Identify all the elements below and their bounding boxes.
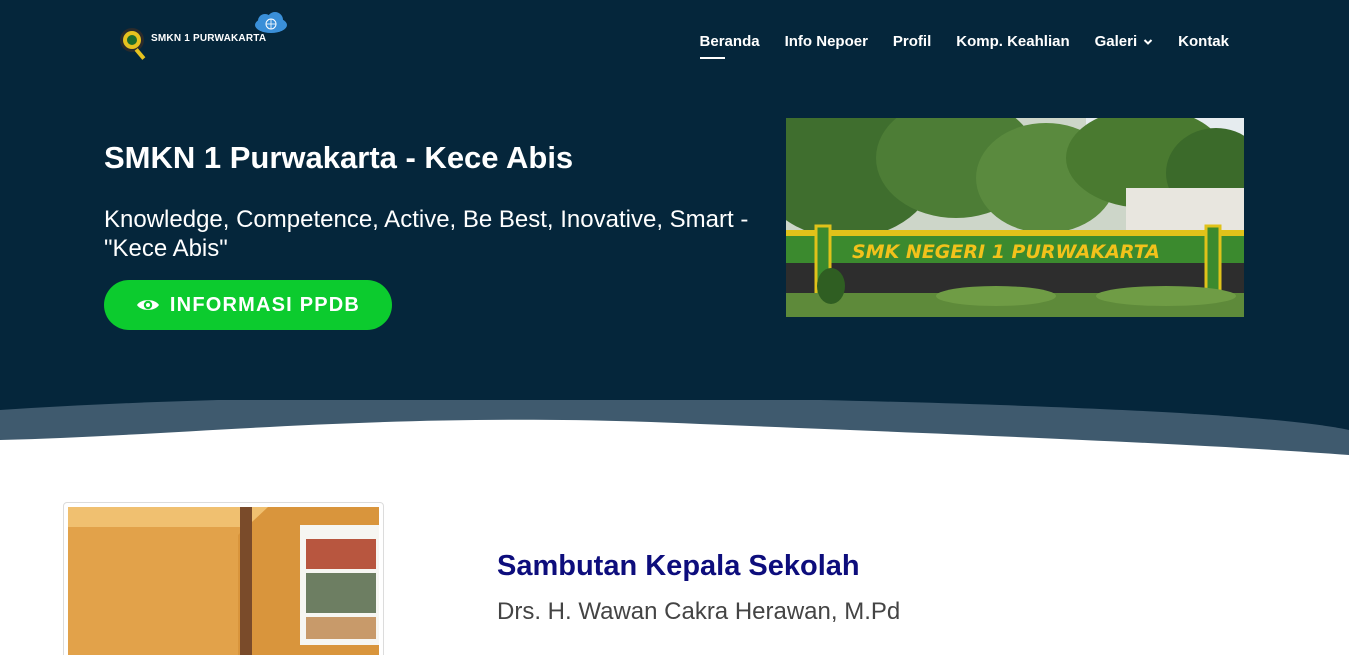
gate-sign-text: SMK NEGERI 1 PURWAKARTA: [852, 241, 1160, 263]
school-emblem-icon: [120, 28, 146, 60]
nav-label: Kontak: [1178, 33, 1229, 50]
cta-label: INFORMASI PPDB: [169, 293, 361, 316]
hero-wave-divider: [0, 400, 1349, 462]
principal-name: Drs. H. Wawan Cakra Herawan, M.Pd: [497, 598, 901, 625]
nav-label: Info Nepoer: [784, 33, 868, 50]
nav-label: Komp. Keahlian: [956, 33, 1070, 50]
nav-label: Galeri: [1094, 33, 1138, 50]
hero-subtitle: Knowledge, Competence, Active, Be Best, …: [104, 206, 749, 262]
chevron-down-icon: [1143, 38, 1153, 45]
informasi-ppdb-button[interactable]: INFORMASI PPDB: [104, 280, 392, 330]
principal-photo: [68, 507, 379, 655]
hero-title: SMKN 1 Purwakarta - Kece Abis: [104, 140, 574, 175]
nav-info-nepoer[interactable]: Info Nepoer: [785, 33, 868, 58]
site-logo[interactable]: SMKN 1 PURWAKARTA: [116, 12, 291, 64]
nav-kontak[interactable]: Kontak: [1178, 33, 1229, 58]
principal-photo-card: [63, 502, 384, 655]
nav-label: Beranda: [699, 33, 760, 50]
nav-beranda[interactable]: Beranda: [699, 33, 760, 59]
nav-komp-keahlian[interactable]: Komp. Keahlian: [956, 33, 1069, 58]
main-nav: Beranda Info Nepoer Profil Komp. Keahlia…: [699, 33, 1229, 59]
eye-icon: [136, 300, 159, 310]
school-gate-photo: SMK NEGERI 1 PURWAKARTA: [786, 118, 1244, 317]
nav-galeri[interactable]: Galeri: [1095, 33, 1154, 58]
cloud-globe-icon: [255, 12, 287, 33]
logo-text: SMKN 1 PURWAKARTA: [151, 33, 267, 44]
welcome-title: Sambutan Kepala Sekolah: [497, 550, 860, 582]
hero-section: SMKN 1 PURWAKARTA Beranda Info Nepoer Pr…: [0, 0, 1349, 462]
nav-label: Profil: [892, 33, 932, 50]
nav-profil[interactable]: Profil: [893, 33, 931, 58]
